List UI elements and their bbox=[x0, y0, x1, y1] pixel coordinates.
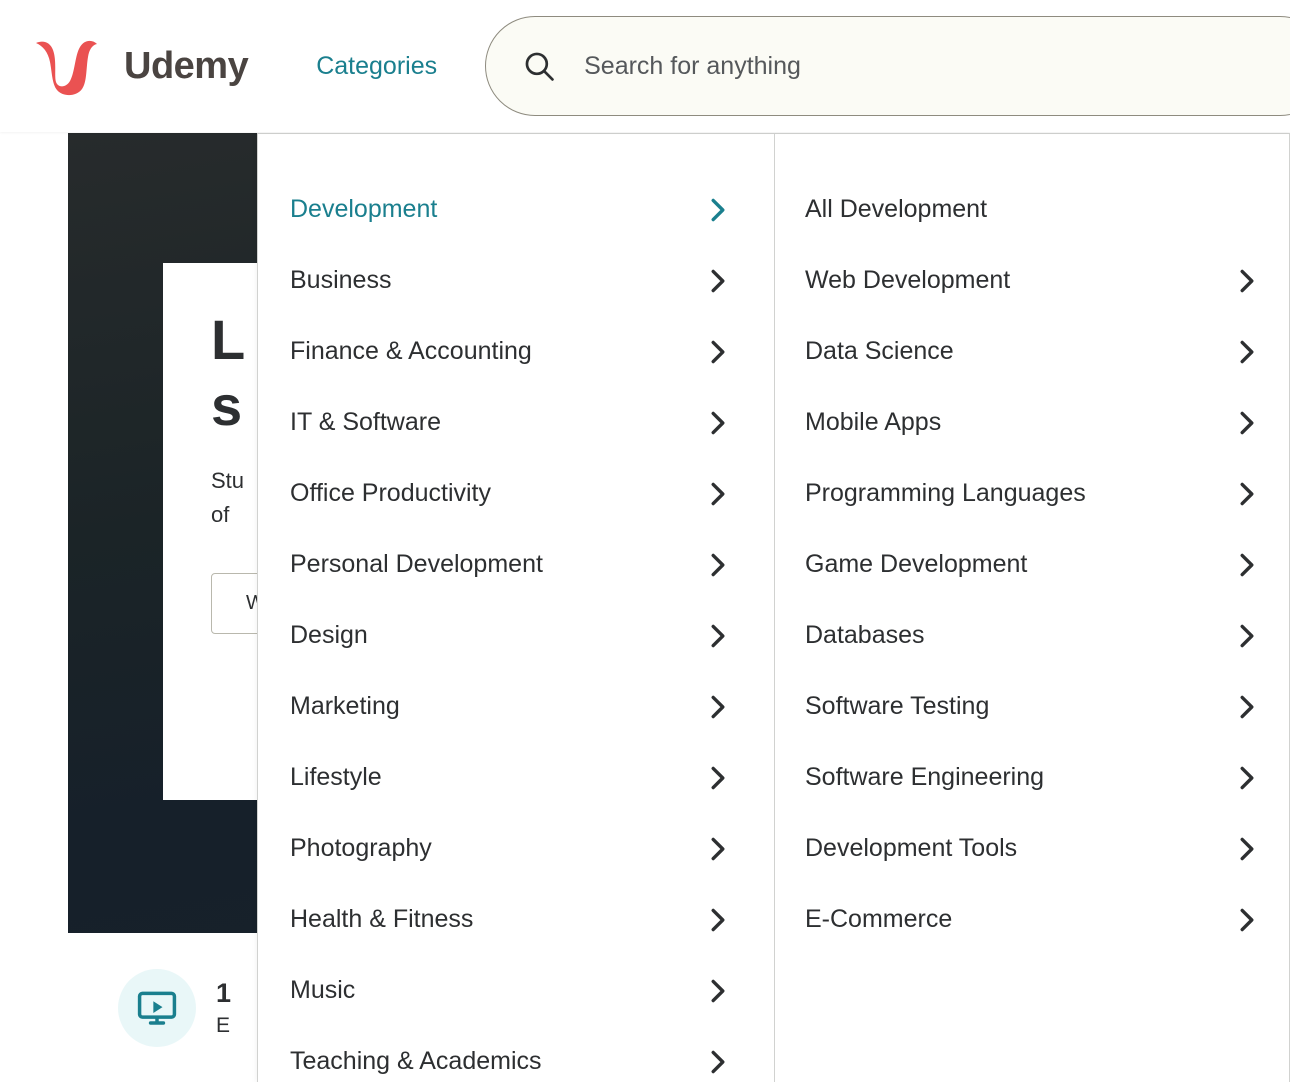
chevron-right-icon bbox=[1240, 269, 1254, 292]
submenu-item-all-development[interactable]: All Development bbox=[775, 174, 1289, 245]
menu-item-personal-development[interactable]: Personal Development bbox=[258, 529, 774, 600]
chevron-right-icon bbox=[1240, 624, 1254, 647]
menu-item-music[interactable]: Music bbox=[258, 955, 774, 1026]
menu-item-label: E-Commerce bbox=[805, 905, 953, 933]
chevron-right-icon bbox=[711, 837, 725, 860]
menu-item-office-productivity[interactable]: Office Productivity bbox=[258, 458, 774, 529]
udemy-u-logo-icon bbox=[36, 40, 97, 96]
menu-item-label: Music bbox=[290, 976, 356, 1004]
stat-number: 1 bbox=[216, 978, 232, 1009]
submenu-item-e-commerce[interactable]: E-Commerce bbox=[775, 884, 1289, 955]
submenu-item-software-testing[interactable]: Software Testing bbox=[775, 671, 1289, 742]
menu-item-development[interactable]: Development bbox=[258, 174, 774, 245]
menu-item-marketing[interactable]: Marketing bbox=[258, 671, 774, 742]
chevron-right-icon bbox=[711, 695, 725, 718]
submenu-item-programming-languages[interactable]: Programming Languages bbox=[775, 458, 1289, 529]
menu-item-label: Mobile Apps bbox=[805, 408, 942, 436]
menu-item-label: Office Productivity bbox=[290, 479, 492, 507]
menu-item-label: Teaching & Academics bbox=[290, 1047, 542, 1075]
categories-dropdown-panel: Development Business Finance & Accounting I… bbox=[257, 133, 1290, 1082]
menu-item-business[interactable]: Business bbox=[258, 245, 774, 316]
menu-item-design[interactable]: Design bbox=[258, 600, 774, 671]
chevron-right-icon bbox=[711, 340, 725, 363]
menu-item-label: Lifestyle bbox=[290, 763, 382, 791]
chevron-right-icon bbox=[711, 624, 725, 647]
menu-item-label: Programming Languages bbox=[805, 479, 1086, 507]
menu-item-label: Game Development bbox=[805, 550, 1028, 578]
submenu-item-software-engineering[interactable]: Software Engineering bbox=[775, 742, 1289, 813]
submenu-item-development-tools[interactable]: Development Tools bbox=[775, 813, 1289, 884]
search-icon bbox=[525, 52, 554, 81]
video-monitor-play-icon bbox=[118, 968, 196, 1047]
menu-item-lifestyle[interactable]: Lifestyle bbox=[258, 742, 774, 813]
menu-item-label: Databases bbox=[805, 621, 925, 649]
menu-item-label: Development Tools bbox=[805, 834, 1018, 862]
dropdown-secondary-column: All Development Web Development Data Scien… bbox=[775, 134, 1289, 1082]
search-input[interactable] bbox=[584, 51, 1290, 81]
submenu-item-game-development[interactable]: Game Development bbox=[775, 529, 1289, 600]
menu-item-label: Finance & Accounting bbox=[290, 337, 532, 365]
chevron-right-icon bbox=[711, 979, 725, 1002]
nav-categories-link[interactable]: Categories bbox=[316, 52, 437, 81]
chevron-right-icon bbox=[711, 411, 725, 434]
udemy-wordmark: Udemy bbox=[124, 44, 249, 87]
menu-item-label: Data Science bbox=[805, 337, 954, 365]
search-bar[interactable] bbox=[485, 16, 1290, 116]
chevron-right-icon bbox=[1240, 695, 1254, 718]
chevron-right-icon bbox=[711, 908, 725, 931]
menu-item-label: Software Engineering bbox=[805, 763, 1045, 791]
stat-label: E bbox=[216, 1013, 231, 1037]
stat-text-block: 1 E bbox=[216, 975, 231, 1040]
chevron-right-icon bbox=[711, 198, 725, 221]
chevron-right-icon bbox=[1240, 553, 1254, 576]
chevron-right-icon bbox=[711, 482, 725, 505]
chevron-right-icon bbox=[1240, 340, 1254, 363]
menu-item-label: Business bbox=[290, 266, 392, 294]
menu-item-label: Photography bbox=[290, 834, 432, 862]
menu-item-label: Health & Fitness bbox=[290, 905, 474, 933]
chevron-right-icon bbox=[711, 1050, 725, 1073]
menu-item-label: Marketing bbox=[290, 692, 400, 720]
chevron-right-icon bbox=[1240, 482, 1254, 505]
chevron-right-icon bbox=[711, 269, 725, 292]
menu-item-it-software[interactable]: IT & Software bbox=[258, 387, 774, 458]
chevron-right-icon bbox=[711, 766, 725, 789]
menu-item-label: Software Testing bbox=[805, 692, 990, 720]
menu-item-health-fitness[interactable]: Health & Fitness bbox=[258, 884, 774, 955]
menu-item-photography[interactable]: Photography bbox=[258, 813, 774, 884]
submenu-item-data-science[interactable]: Data Science bbox=[775, 316, 1289, 387]
menu-item-teaching-academics[interactable]: Teaching & Academics bbox=[258, 1026, 774, 1082]
menu-item-label: Personal Development bbox=[290, 550, 543, 578]
menu-item-label: All Development bbox=[805, 195, 988, 223]
submenu-item-mobile-apps[interactable]: Mobile Apps bbox=[775, 387, 1289, 458]
dropdown-primary-column: Development Business Finance & Accounting I… bbox=[258, 134, 775, 1082]
app-screen: L s Stu of W 1 E Development Business Fi… bbox=[0, 0, 1290, 1082]
menu-item-finance-accounting[interactable]: Finance & Accounting bbox=[258, 316, 774, 387]
udemy-logo-link[interactable]: Udemy bbox=[26, 36, 249, 96]
chevron-right-icon bbox=[711, 553, 725, 576]
submenu-item-web-development[interactable]: Web Development bbox=[775, 245, 1289, 316]
chevron-right-icon bbox=[1240, 908, 1254, 931]
submenu-item-databases[interactable]: Databases bbox=[775, 600, 1289, 671]
chevron-right-icon bbox=[1240, 411, 1254, 434]
menu-item-label: IT & Software bbox=[290, 408, 441, 436]
site-header: Udemy Categories bbox=[0, 0, 1290, 132]
menu-item-label: Web Development bbox=[805, 266, 1011, 294]
chevron-right-icon bbox=[1240, 766, 1254, 789]
chevron-right-icon bbox=[1240, 837, 1254, 860]
menu-item-label: Design bbox=[290, 621, 368, 649]
menu-item-label: Development bbox=[290, 195, 438, 223]
